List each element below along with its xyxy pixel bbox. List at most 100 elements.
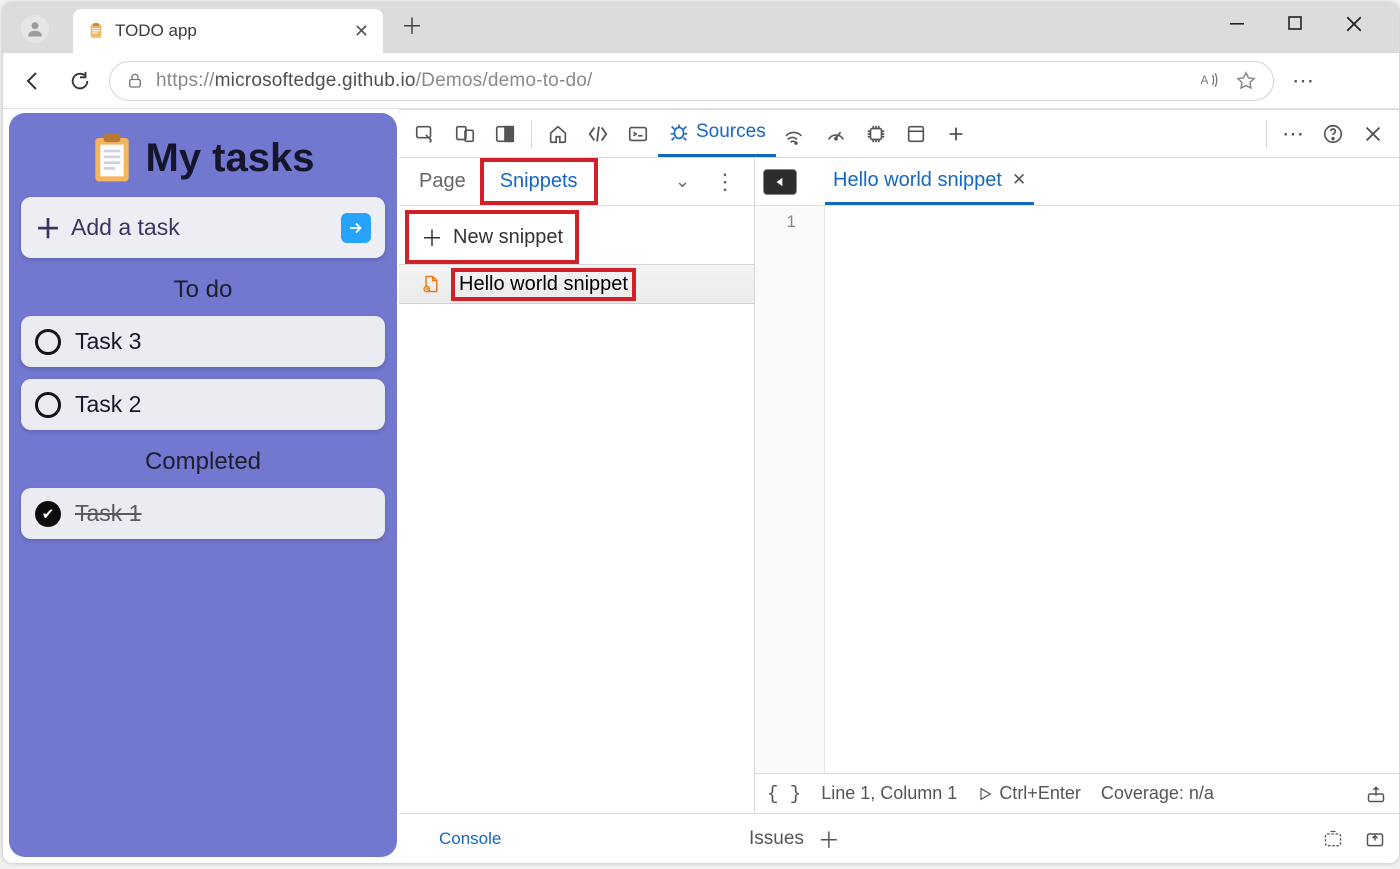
drawer-collapse-button[interactable] <box>1363 829 1387 849</box>
back-button[interactable] <box>17 64 51 98</box>
sources-body: Page Snippets ⌄ ⋮ ＋ New snippet <box>399 158 1399 813</box>
run-hint-label: Ctrl+Enter <box>999 783 1081 804</box>
triangle-left-icon <box>773 175 787 189</box>
chevron-down-icon[interactable]: ⌄ <box>663 171 702 192</box>
new-tab-button[interactable]: ＋ <box>401 9 423 41</box>
inspect-element-button[interactable] <box>405 114 445 154</box>
navigator-pane: Page Snippets ⌄ ⋮ ＋ New snippet <box>399 158 755 813</box>
line-gutter: 1 <box>755 206 825 773</box>
plus-icon: ＋ <box>421 221 443 253</box>
app-title: My tasks <box>21 133 385 183</box>
play-icon <box>977 786 993 802</box>
more-tabs-button[interactable] <box>936 114 976 154</box>
application-tab-icon[interactable] <box>896 114 936 154</box>
snippets-tab[interactable]: Snippets <box>490 164 588 199</box>
close-tab-icon[interactable]: ✕ <box>354 21 369 42</box>
bug-icon <box>668 121 690 143</box>
code-editor[interactable]: 1 <box>755 206 1399 773</box>
devtools-toolbar: Sources ⋯ <box>399 110 1399 158</box>
submit-task-button[interactable] <box>341 213 371 243</box>
snippet-file-icon <box>421 274 441 294</box>
unchecked-circle-icon[interactable] <box>35 329 61 355</box>
window-controls <box>1209 3 1395 47</box>
drawer-expand-button[interactable] <box>1321 829 1345 849</box>
highlight-new-snippet: ＋ New snippet <box>405 210 579 264</box>
snippet-name: Hello world snippet <box>459 273 628 296</box>
help-button[interactable] <box>1313 114 1353 154</box>
sources-tab-label: Sources <box>696 121 766 143</box>
separator <box>1266 120 1267 148</box>
task-label: Task 2 <box>75 391 141 418</box>
toggle-navigator-button[interactable] <box>763 169 797 195</box>
editor-file-name: Hello world snippet <box>833 169 1002 192</box>
lock-icon <box>126 72 144 90</box>
console-tab-icon[interactable] <box>618 114 658 154</box>
read-aloud-icon[interactable]: A <box>1199 70 1219 92</box>
maximize-button[interactable] <box>1287 15 1317 33</box>
devtools-drawer: Console Issues ＋ <box>399 813 1399 863</box>
cursor-position: Line 1, Column 1 <box>821 783 957 804</box>
page-tab[interactable]: Page <box>409 164 476 199</box>
add-task-placeholder: Add a task <box>71 214 180 241</box>
add-drawer-tab-button[interactable]: ＋ <box>818 823 840 855</box>
completed-section-title: Completed <box>21 448 385 476</box>
issues-drawer-tab[interactable]: Issues <box>749 828 804 850</box>
dock-side-button[interactable] <box>485 114 525 154</box>
sources-tab[interactable]: Sources <box>658 111 776 157</box>
favorite-icon[interactable] <box>1235 70 1257 92</box>
source-map-button[interactable] <box>1365 784 1387 804</box>
titlebar: TODO app ✕ ＋ <box>3 3 1399 53</box>
checked-circle-icon[interactable]: ✔ <box>35 501 61 527</box>
close-window-button[interactable] <box>1345 15 1375 33</box>
new-snippet-label: New snippet <box>453 226 563 249</box>
devtools-more-button[interactable]: ⋯ <box>1273 114 1313 154</box>
editor-pane: Hello world snippet ✕ 1 { } Line 1, Colu… <box>755 158 1399 813</box>
console-drawer-tab[interactable]: Console <box>425 817 735 861</box>
kebab-menu-icon[interactable]: ⋮ <box>706 169 744 195</box>
plus-icon: ＋ <box>35 209 61 246</box>
task-label: Task 1 <box>75 500 141 527</box>
snippet-list-item[interactable]: Hello world snippet <box>399 264 754 304</box>
task-item[interactable]: Task 2 <box>21 379 385 430</box>
minimize-button[interactable] <box>1229 15 1259 33</box>
add-task-card[interactable]: ＋ Add a task <box>21 197 385 258</box>
editor-tab-strip: Hello world snippet ✕ <box>755 158 1399 206</box>
content-area: My tasks ＋ Add a task To do Task 3 Task … <box>3 109 1399 863</box>
todo-app: My tasks ＋ Add a task To do Task 3 Task … <box>9 113 397 857</box>
url-text: https://microsoftedge.github.io/Demos/de… <box>156 70 592 92</box>
editor-file-tab[interactable]: Hello world snippet ✕ <box>825 159 1034 205</box>
navigator-tabs: Page Snippets ⌄ ⋮ <box>399 158 754 206</box>
close-file-icon[interactable]: ✕ <box>1012 170 1026 190</box>
url-protocol: https:// <box>156 70 215 91</box>
browser-menu-button[interactable]: ⋯ <box>1292 68 1314 94</box>
clipboard-icon <box>87 22 105 40</box>
url-field[interactable]: https://microsoftedge.github.io/Demos/de… <box>109 61 1274 101</box>
task-item[interactable]: Task 3 <box>21 316 385 367</box>
coverage-label: Coverage: n/a <box>1101 783 1214 804</box>
browser-tab[interactable]: TODO app ✕ <box>73 9 383 53</box>
pretty-print-button[interactable]: { } <box>767 783 801 805</box>
code-area[interactable] <box>825 206 1399 773</box>
refresh-button[interactable] <box>63 64 97 98</box>
unchecked-circle-icon[interactable] <box>35 392 61 418</box>
network-tab-icon[interactable] <box>776 114 816 154</box>
run-snippet-button[interactable]: Ctrl+Enter <box>977 783 1081 804</box>
separator <box>531 120 532 148</box>
device-emulation-button[interactable] <box>445 114 485 154</box>
editor-status-bar: { } Line 1, Column 1 Ctrl+Enter Coverage… <box>755 773 1399 813</box>
profile-avatar[interactable] <box>21 15 49 43</box>
elements-tab-icon[interactable] <box>578 114 618 154</box>
person-icon <box>25 19 45 39</box>
highlight-snippets-tab: Snippets <box>480 158 598 205</box>
task-item-completed[interactable]: ✔ Task 1 <box>21 488 385 539</box>
task-label: Task 3 <box>75 328 141 355</box>
close-devtools-button[interactable] <box>1353 114 1393 154</box>
app-title-text: My tasks <box>146 136 315 181</box>
new-snippet-button[interactable]: ＋ New snippet <box>409 214 575 260</box>
url-path: /Demos/demo-to-do/ <box>416 70 593 91</box>
memory-tab-icon[interactable] <box>856 114 896 154</box>
performance-tab-icon[interactable] <box>816 114 856 154</box>
highlight-snippet-name: Hello world snippet <box>451 268 636 301</box>
welcome-tab-icon[interactable] <box>538 114 578 154</box>
devtools: Sources ⋯ Page <box>399 109 1399 863</box>
